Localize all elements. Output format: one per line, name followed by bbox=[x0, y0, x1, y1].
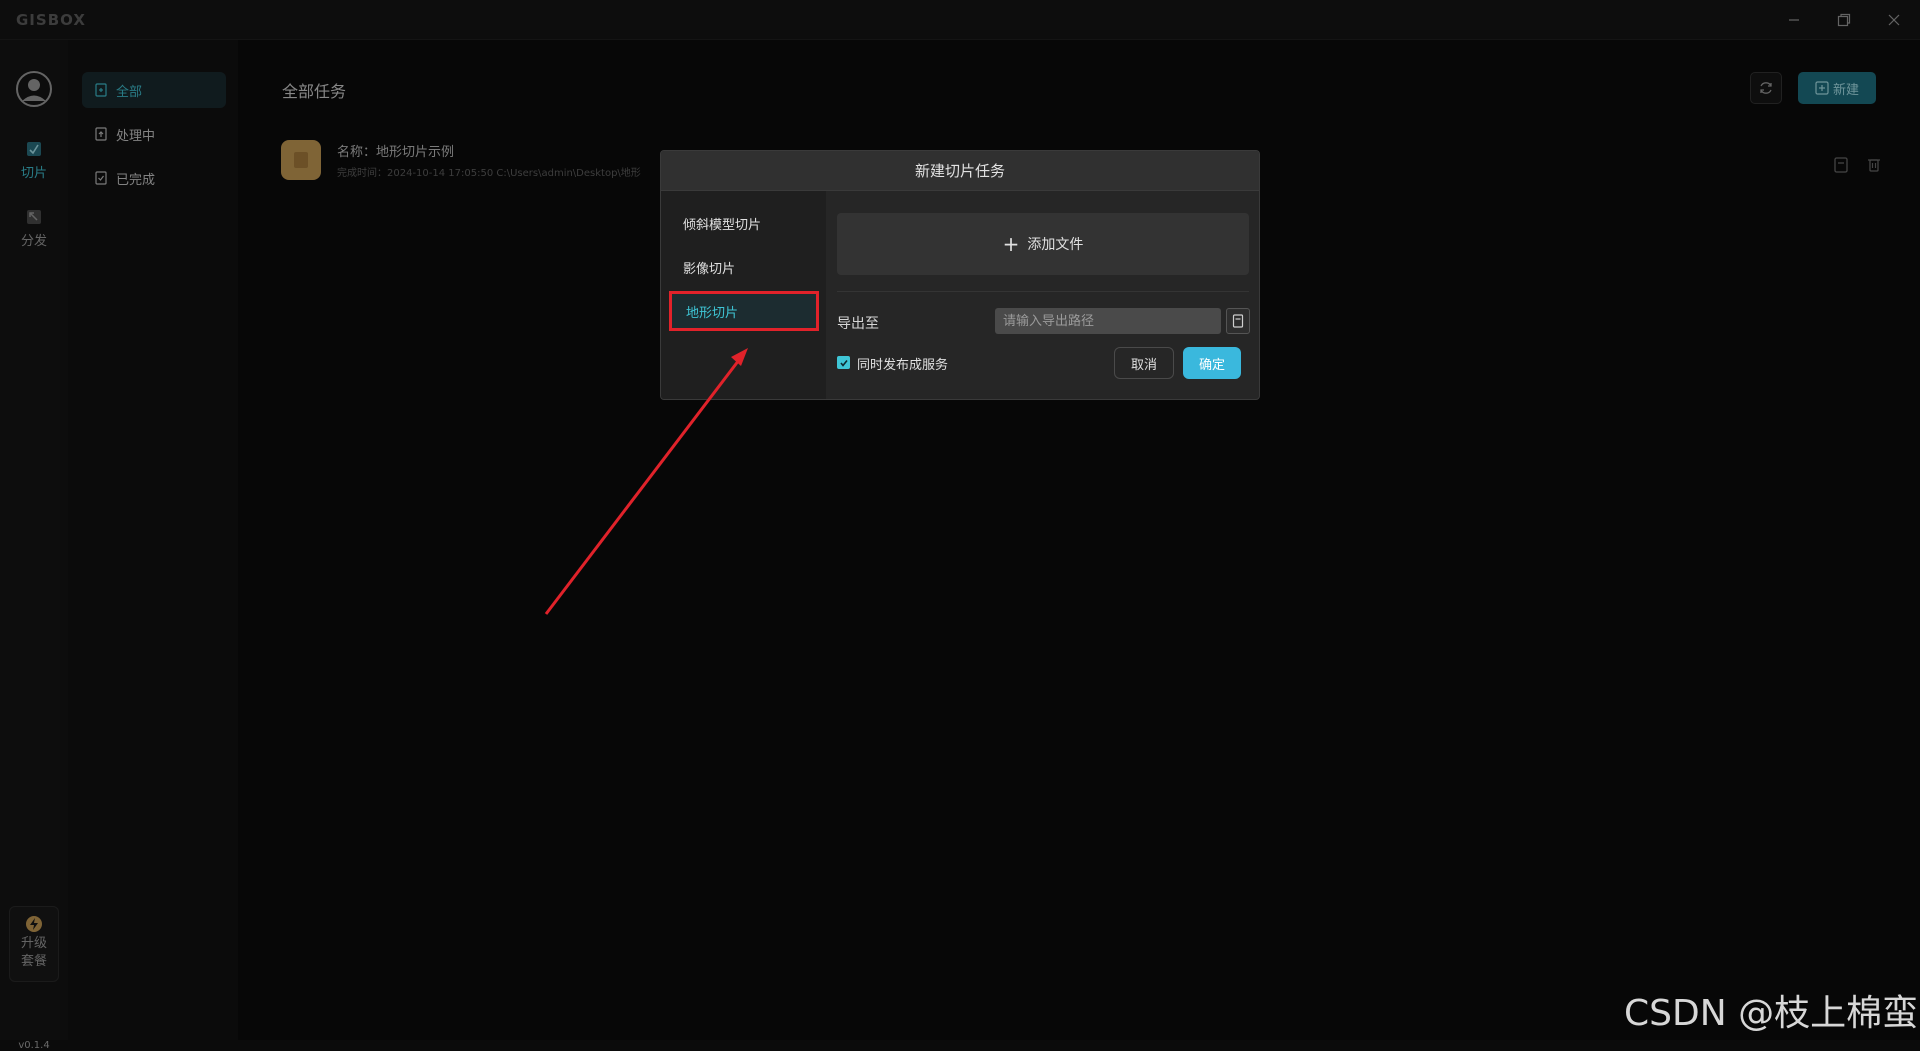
publish-service-label: 同时发布成服务 bbox=[857, 358, 949, 373]
divider bbox=[837, 291, 1249, 292]
watermark: CSDN @枝上棉蛮 bbox=[1624, 993, 1919, 1034]
file-browse-icon bbox=[1232, 314, 1244, 328]
add-file-button[interactable]: + 添加文件 bbox=[837, 213, 1249, 275]
confirm-button[interactable]: 确定 bbox=[1183, 347, 1241, 379]
checkmark-icon bbox=[839, 359, 848, 367]
dialog-title: 新建切片任务 bbox=[661, 151, 1259, 191]
cancel-button[interactable]: 取消 bbox=[1114, 347, 1174, 379]
export-label: 导出至 bbox=[837, 316, 879, 332]
type-item-imagery[interactable]: 影像切片 bbox=[669, 247, 819, 287]
dialog-body: + 添加文件 导出至 同时发布成服务 取消 确定 bbox=[826, 191, 1259, 399]
type-item-oblique-model[interactable]: 倾斜模型切片 bbox=[669, 203, 819, 243]
browse-folder-button[interactable] bbox=[1226, 308, 1250, 334]
export-path-input[interactable] bbox=[995, 308, 1221, 334]
new-slice-task-dialog: 新建切片任务 倾斜模型切片 影像切片 地形切片 + 添加文件 导出至 同时发布成… bbox=[660, 150, 1260, 400]
add-file-label: 添加文件 bbox=[1027, 237, 1084, 253]
publish-service-checkbox[interactable] bbox=[837, 356, 850, 369]
version-label: v0.1.4 bbox=[18, 1040, 50, 1051]
dialog-type-list: 倾斜模型切片 影像切片 地形切片 bbox=[661, 191, 826, 399]
type-item-terrain[interactable]: 地形切片 bbox=[669, 291, 819, 331]
plus-icon: + bbox=[1002, 232, 1020, 256]
